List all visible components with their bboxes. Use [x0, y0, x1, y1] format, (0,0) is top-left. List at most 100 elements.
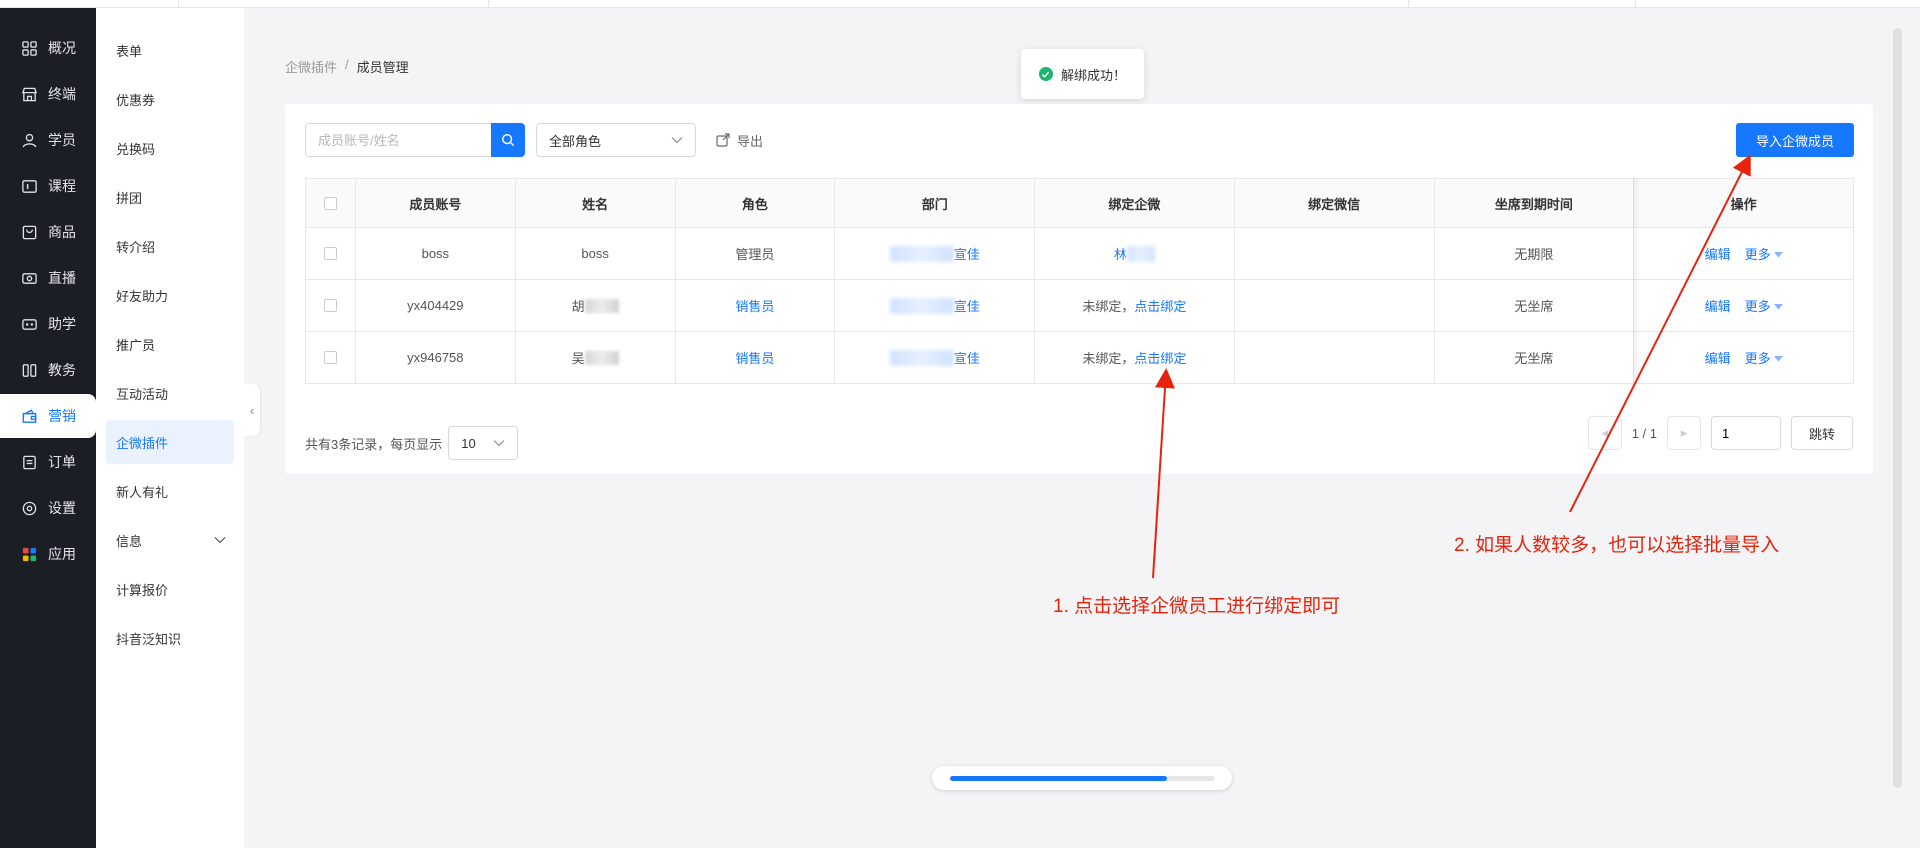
wecom-unbound-text: 未绑定，	[1082, 299, 1135, 314]
row-checkbox[interactable]	[323, 247, 337, 260]
nav-item-goods[interactable]: 商品	[0, 210, 96, 254]
subnav-item[interactable]: 兑换码	[106, 126, 234, 170]
breadcrumb-parent[interactable]: 企微插件	[285, 57, 337, 76]
subnav-item[interactable]: 信息	[106, 518, 234, 562]
member-name: 胡	[571, 299, 585, 314]
role-filter-select[interactable]: 全部角色	[536, 123, 696, 157]
subnav-item[interactable]: 企微插件	[106, 420, 234, 464]
subnav-item[interactable]: 计算报价	[106, 567, 234, 611]
page-size-select[interactable]: 10	[448, 426, 519, 460]
jump-button[interactable]: 跳转	[1791, 416, 1853, 450]
subnav-item-label: 企微插件	[116, 435, 169, 451]
subnav-item[interactable]: 表单	[106, 28, 234, 72]
next-page-button[interactable]: ▸	[1667, 416, 1701, 450]
nav-item-order[interactable]: 订单	[0, 440, 96, 484]
nav-item-label: 学员	[48, 132, 76, 148]
page-indicator: 1 / 1	[1631, 425, 1657, 441]
subnav-item[interactable]: 抖音泛知识	[106, 616, 234, 660]
triangle-left-icon: ◂	[1601, 425, 1608, 440]
nav-item-label: 直播	[48, 270, 76, 286]
subnav-item[interactable]: 推广员	[106, 322, 234, 366]
subnav-item-label: 计算报价	[116, 582, 169, 598]
member-department[interactable]: 宣佳	[954, 348, 980, 367]
nav-item-label: 订单	[48, 454, 76, 470]
caret-down-icon	[1773, 350, 1783, 365]
redacted-text	[889, 297, 954, 314]
member-role: 管理员	[735, 247, 775, 262]
subnav-item-label: 表单	[116, 43, 143, 59]
nav-item-label: 终端	[48, 86, 76, 102]
member-department[interactable]: 宣佳	[954, 296, 980, 315]
member-name: 吴	[571, 351, 585, 366]
nav-item-course[interactable]: 课程	[0, 164, 96, 208]
nav-item-settings[interactable]: 设置	[0, 486, 96, 530]
annotation-note-2: 2. 如果人数较多，也可以选择批量导入	[1454, 535, 1780, 556]
nav-item-live[interactable]: 直播	[0, 256, 96, 300]
bind-wecom-link[interactable]: 点击绑定	[1134, 296, 1186, 315]
export-button[interactable]: 导出	[715, 123, 763, 157]
member-account: yx946758	[407, 350, 464, 365]
subnav-item-label: 信息	[116, 533, 143, 549]
member-account: yx404429	[407, 298, 464, 313]
member-role[interactable]: 销售员	[735, 296, 774, 315]
bind-wecom-link[interactable]: 点击绑定	[1134, 348, 1186, 367]
vertical-scrollbar[interactable]	[1893, 28, 1902, 788]
search-button[interactable]	[491, 123, 525, 157]
nav-item-marketing[interactable]: 营销	[0, 394, 96, 438]
row-checkbox[interactable]	[323, 351, 337, 364]
nav-item-dashboard[interactable]: 概况	[0, 26, 96, 70]
subnav-item[interactable]: 拼团	[106, 175, 234, 219]
column-header: 绑定企微	[1108, 196, 1161, 212]
subnav-item[interactable]: 优惠券	[106, 77, 234, 121]
page-size-value: 10	[461, 435, 476, 451]
subnav-item-label: 新人有礼	[116, 484, 169, 500]
search-input[interactable]	[305, 123, 491, 157]
wecom-unbound-text: 未绑定，	[1082, 351, 1135, 366]
select-all-checkbox[interactable]	[323, 196, 337, 210]
nav-item-apps[interactable]: 应用	[0, 532, 96, 576]
member-management-card: 全部角色 导出 导入企微成员 成员账号 姓名 角色 部门 绑定企微 绑定微信 坐席到期时间 操…	[285, 104, 1873, 474]
column-header: 姓名	[582, 196, 609, 212]
member-name: boss	[581, 246, 609, 261]
collapse-sidebar-button[interactable]: ‹	[244, 384, 260, 436]
more-dropdown[interactable]: 更多	[1745, 244, 1783, 263]
subnav-item[interactable]: 好友助力	[106, 273, 234, 317]
subnav-item-label: 好友助力	[116, 288, 169, 304]
chevron-down-icon	[493, 440, 505, 447]
member-department[interactable]: 宣佳	[954, 244, 980, 263]
prev-page-button[interactable]: ◂	[1587, 416, 1622, 450]
subnav-item[interactable]: 互动活动	[106, 371, 234, 415]
seat-expiry: 无期限	[1514, 247, 1554, 262]
subnav-item[interactable]: 转介绍	[106, 224, 234, 268]
edit-link[interactable]: 编辑	[1705, 296, 1731, 315]
nav-item-assist[interactable]: 助学	[0, 302, 96, 346]
caret-down-icon	[1773, 298, 1783, 313]
subnav-item-label: 抖音泛知识	[116, 631, 182, 647]
jump-page-input[interactable]	[1711, 416, 1781, 450]
more-dropdown[interactable]: 更多	[1745, 348, 1783, 367]
bound-wecom-user[interactable]: 林	[1114, 244, 1127, 263]
edit-link[interactable]: 编辑	[1705, 244, 1731, 263]
caret-down-icon	[1773, 246, 1783, 261]
edit-link[interactable]: 编辑	[1705, 348, 1731, 367]
subnav-item[interactable]: 新人有礼	[106, 469, 234, 513]
nav-item-label: 营销	[48, 408, 76, 424]
nav-item-teaching[interactable]: 教务	[0, 348, 96, 392]
progress-fill	[950, 776, 1168, 781]
import-wecom-members-button[interactable]: 导入企微成员	[1736, 123, 1854, 157]
more-dropdown[interactable]: 更多	[1745, 296, 1783, 315]
subnav-item-label: 转介绍	[116, 239, 156, 255]
chevron-down-icon	[214, 532, 226, 547]
role-filter-value: 全部角色	[549, 133, 602, 149]
column-header: 操作	[1730, 196, 1757, 212]
nav-item-student[interactable]: 学员	[0, 118, 96, 162]
member-role[interactable]: 销售员	[735, 348, 774, 367]
assist-icon	[20, 315, 38, 333]
row-checkbox[interactable]	[323, 299, 337, 312]
nav-item-store[interactable]: 终端	[0, 72, 96, 116]
teaching-icon	[20, 361, 38, 379]
success-toast: 解绑成功！	[1021, 49, 1144, 99]
nav-item-label: 应用	[48, 546, 76, 562]
annotation-note-1: 1. 点击选择企微员工进行绑定即可	[1053, 596, 1341, 617]
breadcrumb: 企微插件 / 成员管理	[285, 57, 409, 76]
